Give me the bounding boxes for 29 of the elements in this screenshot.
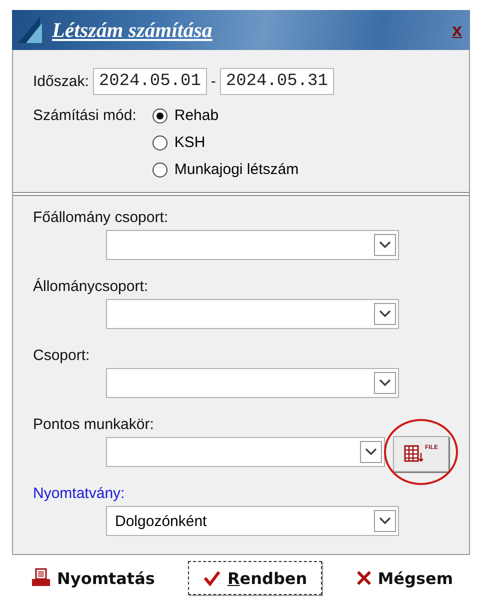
radio-button[interactable] — [152, 108, 168, 124]
window-title: Létszám számítása — [52, 18, 214, 42]
table-export-icon — [404, 445, 424, 463]
radio-button[interactable] — [152, 134, 168, 150]
dropdown-field[interactable] — [106, 368, 399, 398]
dropdown-field[interactable]: Dolgozónként — [106, 506, 399, 536]
dropdown-field[interactable] — [106, 437, 385, 467]
date-to-field[interactable]: 2024.05.31 — [220, 68, 334, 95]
field-label: Főállomány csoport: — [33, 209, 170, 226]
field-label: Csoport: — [33, 347, 91, 364]
date-from-field[interactable]: 2024.05.01 — [92, 68, 207, 95]
cancel-button[interactable]: Mégsem — [340, 561, 468, 595]
ok-button[interactable]: Rendben — [188, 561, 322, 595]
mode-label: Számítási mód: — [33, 107, 136, 124]
print-button[interactable]: Nyomtatás — [16, 561, 170, 595]
radio-label[interactable]: Rehab — [174, 107, 219, 124]
radio-label[interactable]: KSH — [174, 134, 206, 151]
field-label: Állománycsoport: — [33, 278, 150, 295]
radio-button[interactable] — [152, 162, 168, 178]
close-icon — [356, 570, 372, 586]
checkmark-icon — [203, 570, 222, 586]
field-label: Pontos munkakör: — [33, 416, 155, 433]
printer-icon — [31, 568, 51, 588]
radio-label[interactable]: Munkajogi létszám — [174, 161, 299, 178]
date-separator: - — [210, 73, 216, 90]
period-label: Időszak: — [33, 73, 89, 90]
dropdown-field[interactable] — [106, 230, 399, 260]
dropdown-field[interactable] — [106, 299, 399, 329]
field-label: Nyomtatvány: — [33, 485, 126, 502]
